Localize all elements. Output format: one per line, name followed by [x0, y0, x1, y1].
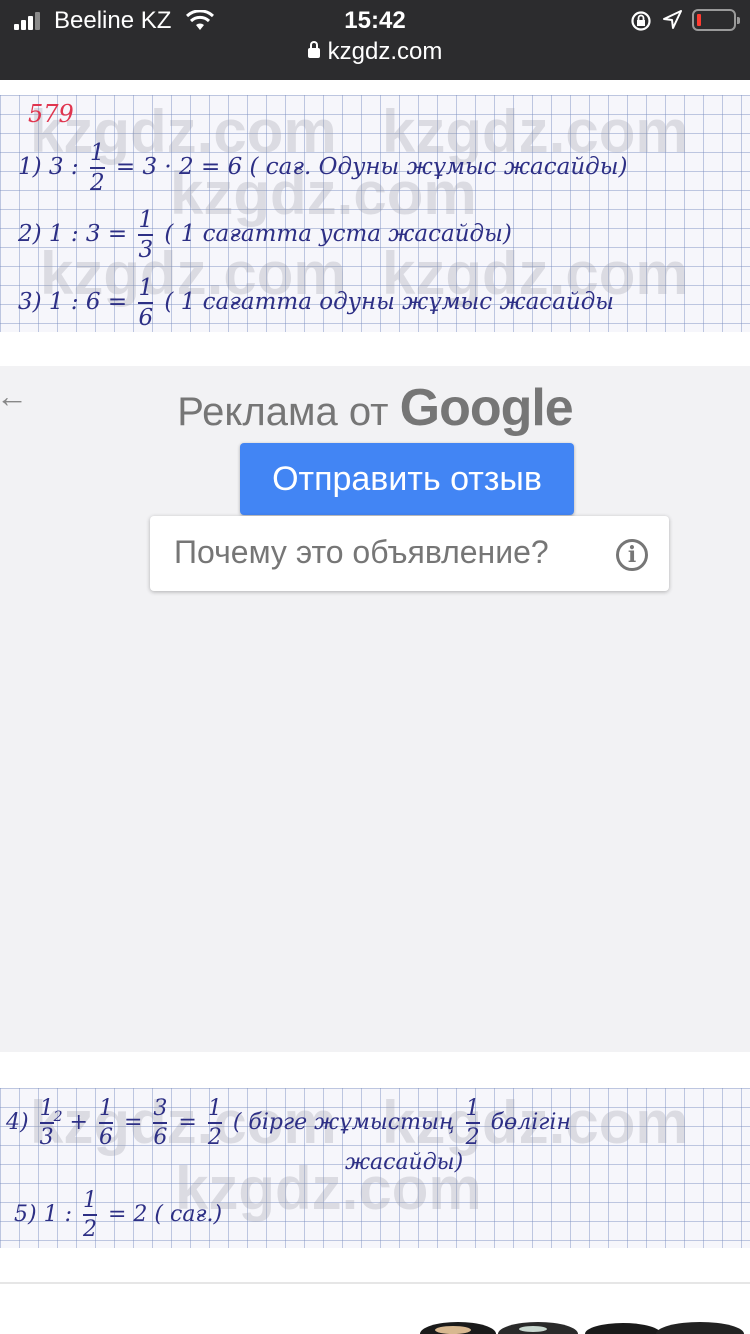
url-text: kzgdz.com — [327, 38, 443, 65]
browser-top-bar: Beeline KZ 15:42 kzgdz.com — [0, 0, 750, 80]
solution-line-2: 2) 1 : 3 = 13 ( 1 сағатта уста жасайды) — [18, 207, 512, 263]
location-arrow-icon — [663, 10, 682, 29]
solution-line-5: 5) 1 : 12 = 2 ( сағ.) — [14, 1188, 223, 1242]
lock-icon — [307, 41, 320, 58]
why-this-ad-label: Почему это объявление? — [174, 534, 549, 570]
google-logo: Google — [399, 379, 574, 437]
battery-level — [697, 14, 701, 26]
solution-image-bottom: kzgdz.com kzgdz.com kzgdz.com 4) 132 + 1… — [0, 1088, 750, 1248]
ad-title: Реклама от Google — [177, 379, 574, 437]
send-feedback-button[interactable]: Отправить отзыв — [240, 443, 574, 515]
solution-image-top: kzgdz.com kzgdz.com kzgdz.com kzgdz.com … — [0, 95, 750, 332]
solution-line-1: 1) 3 : 12 = 3 · 2 = 6 ( сағ. Одуны жұмыс… — [18, 140, 628, 196]
problem-number: 579 — [28, 100, 74, 128]
solution-line-4: 4) 132 + 16 = 36 = 12 ( бірге жұмыстың 1… — [6, 1096, 571, 1150]
partial-product-image — [420, 1322, 744, 1334]
section-divider — [0, 1282, 750, 1284]
google-ad-panel: ← Реклама от Google Отправить отзыв Поче… — [0, 366, 750, 1052]
address-bar[interactable]: kzgdz.com — [0, 38, 750, 66]
rotation-lock-icon — [631, 11, 651, 31]
battery-icon — [692, 9, 740, 31]
why-this-ad-button[interactable]: Почему это объявление? i — [150, 516, 669, 591]
status-bar: Beeline KZ 15:42 — [0, 0, 750, 40]
solution-line-3: 3) 1 : 6 = 16 ( 1 сағатта одуны жұмыс жа… — [18, 275, 615, 331]
solution-line-4-continued: жасайды) — [345, 1150, 464, 1175]
info-icon: i — [616, 539, 648, 571]
